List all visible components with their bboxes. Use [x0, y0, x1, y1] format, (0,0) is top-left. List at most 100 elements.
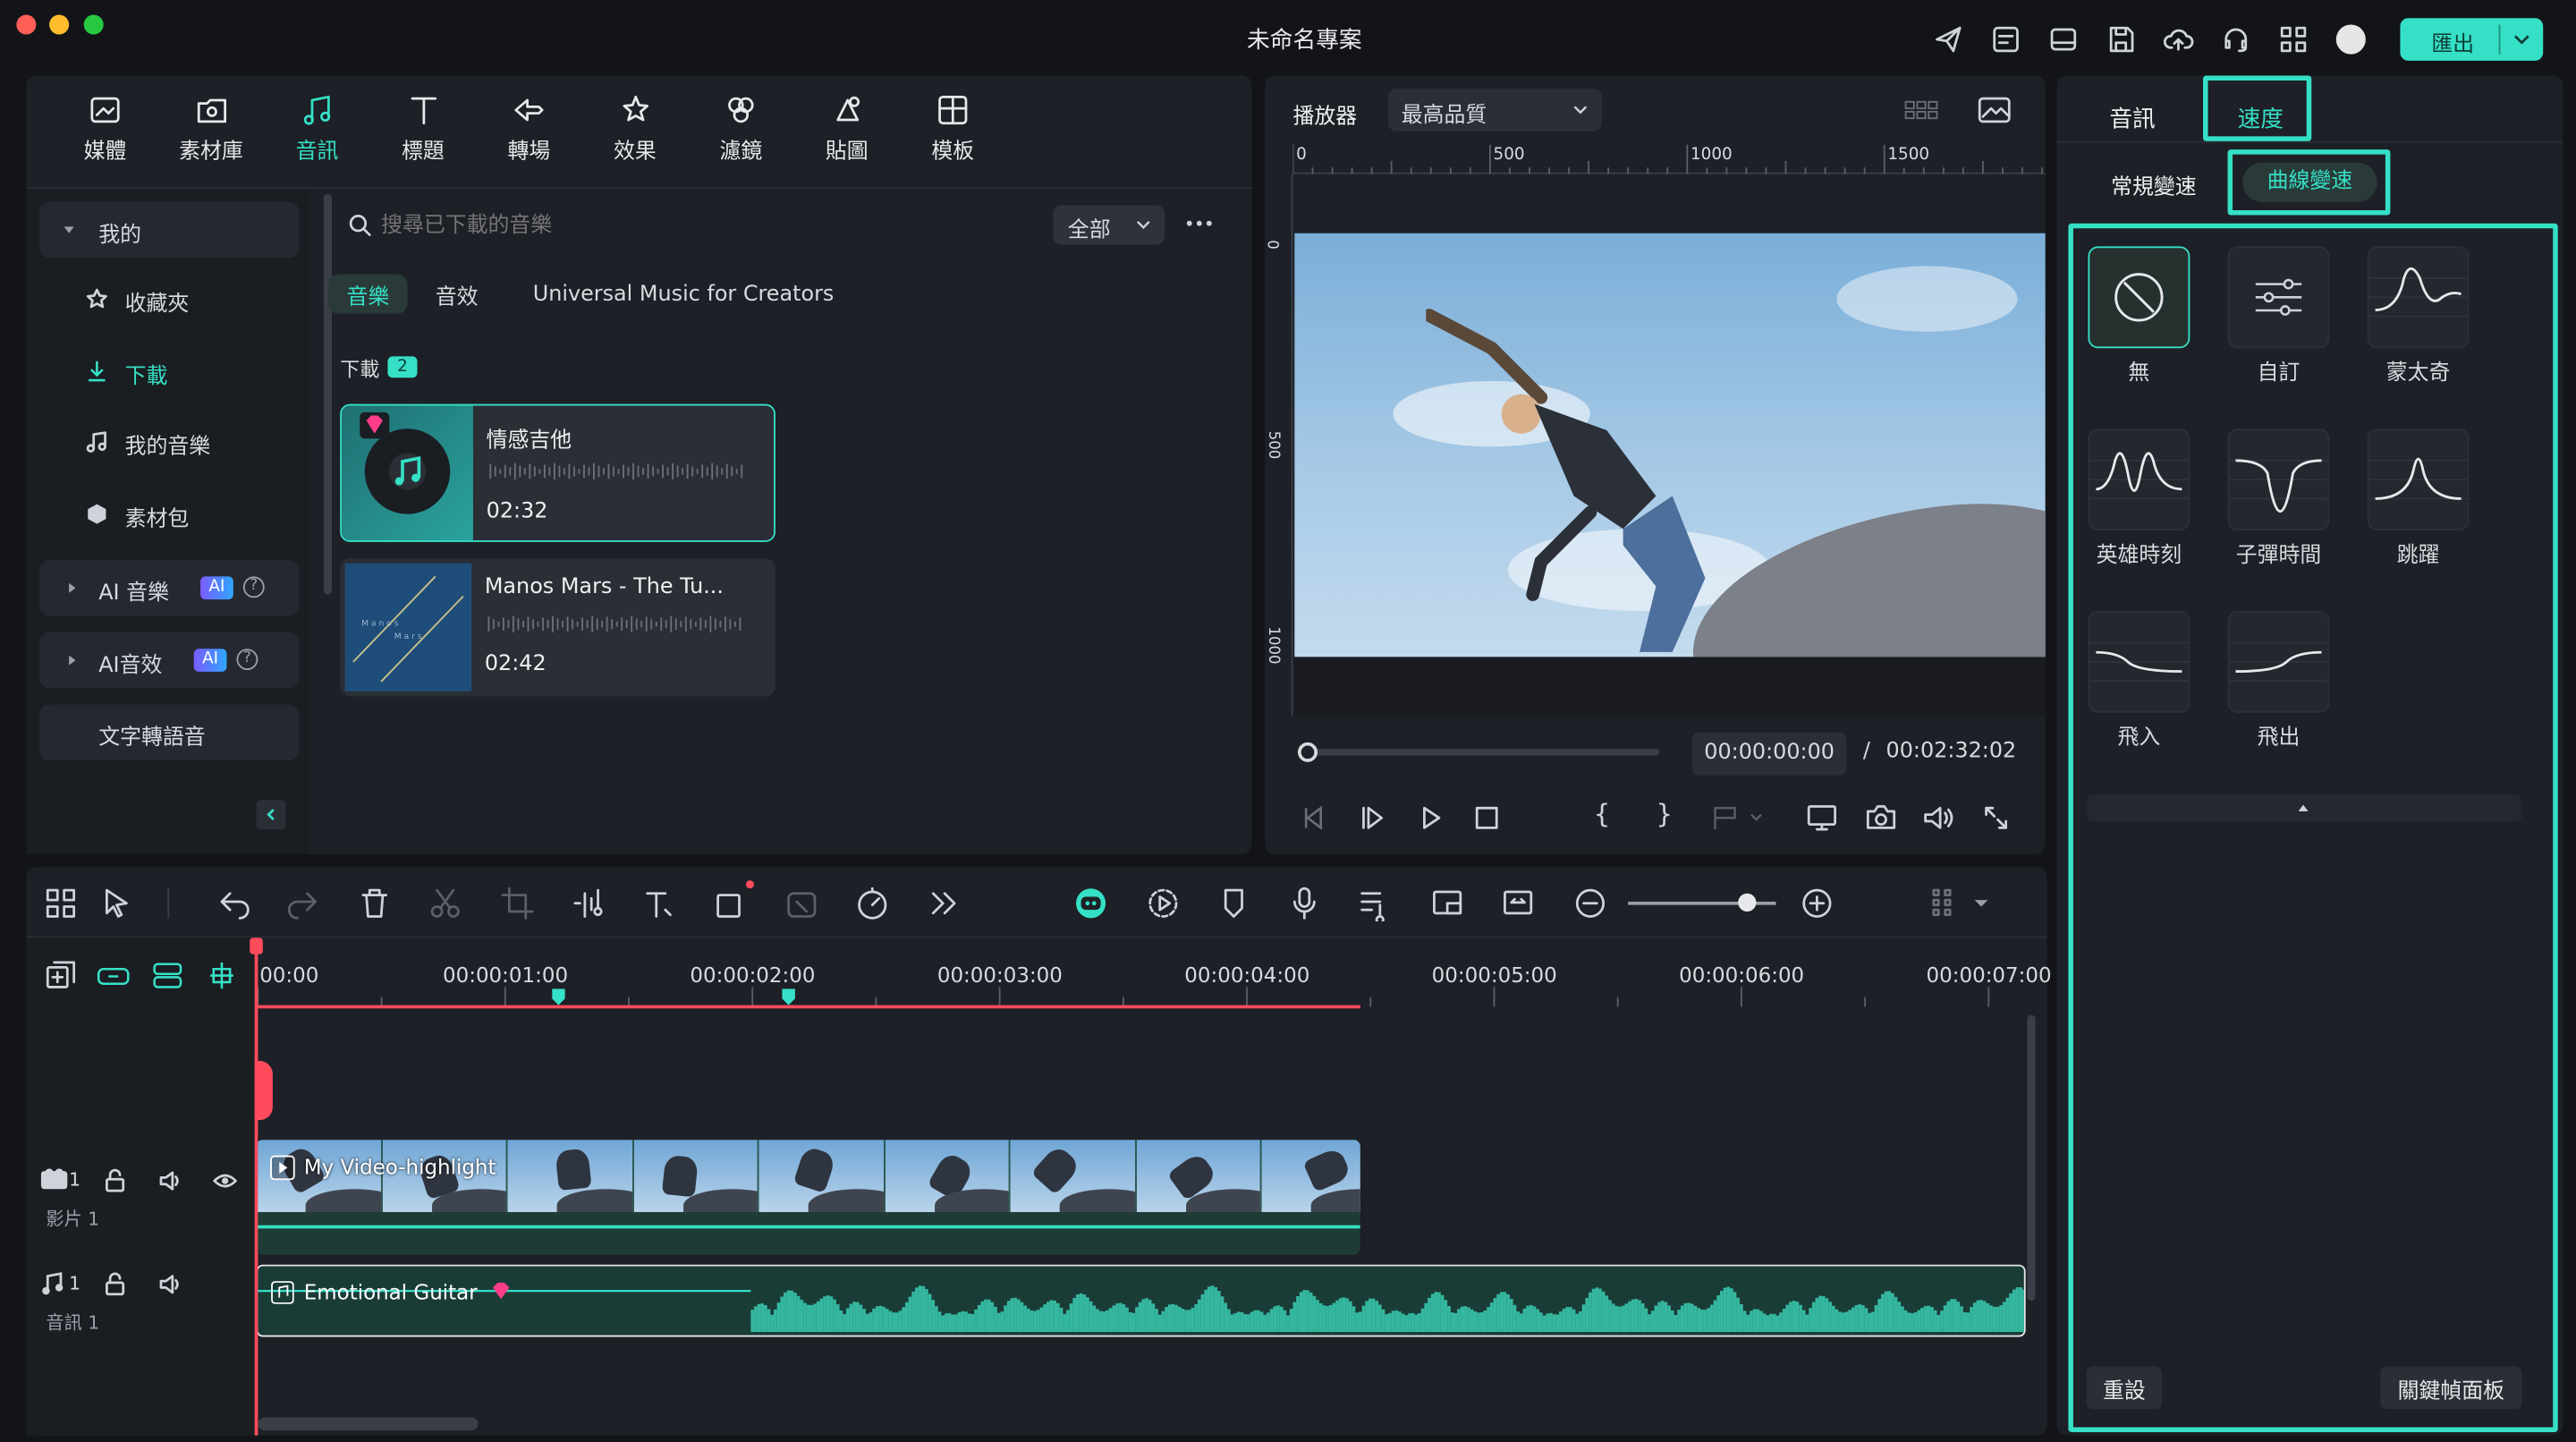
help-icon[interactable]: ?: [242, 576, 265, 598]
tab-stock[interactable]: 素材庫: [158, 75, 264, 181]
tab-sticker[interactable]: 貼圖: [794, 75, 900, 181]
volume-icon[interactable]: [1920, 802, 1956, 835]
more-options-icon[interactable]: [1182, 214, 1216, 233]
add-track-icon[interactable]: [43, 957, 79, 993]
tab-filters[interactable]: 濾鏡: [689, 75, 794, 181]
zoom-in-icon[interactable]: [1796, 882, 1839, 925]
delete-icon[interactable]: [353, 882, 396, 925]
tab-transition[interactable]: 轉場: [477, 75, 582, 181]
search-input[interactable]: [381, 205, 1022, 245]
chevron-down-icon[interactable]: [2512, 31, 2531, 47]
track-settings-icon[interactable]: [1920, 882, 1963, 925]
tab-music-note[interactable]: 音訊: [265, 75, 370, 181]
audio-list-icon[interactable]: [1353, 882, 1396, 925]
resize-icon[interactable]: [709, 882, 752, 925]
mark-in-icon[interactable]: {: [1594, 798, 1611, 829]
curve-preset-1[interactable]: [2227, 246, 2330, 349]
quality-dropdown[interactable]: 最高品質: [1388, 89, 1602, 131]
layout-grid-icon[interactable]: [39, 882, 82, 925]
layout-icon[interactable]: [2047, 23, 2080, 56]
playhead-tab[interactable]: [254, 1061, 273, 1121]
snapshot-icon[interactable]: [1863, 802, 1899, 835]
close-window-button[interactable]: [16, 14, 37, 35]
keyframe-panel-button[interactable]: 關鍵幀面板: [2380, 1366, 2522, 1410]
search-bar[interactable]: [335, 200, 1058, 250]
grid-view-icon[interactable]: [1902, 97, 1942, 123]
mark-out-icon[interactable]: }: [1656, 798, 1673, 829]
prev-frame-button[interactable]: [1298, 802, 1331, 835]
curve-preset-0[interactable]: [2088, 246, 2190, 349]
minimize-window-button[interactable]: [49, 14, 70, 35]
help-icon[interactable]: ?: [236, 649, 258, 671]
mute-icon[interactable]: [157, 1271, 183, 1297]
speed-icon[interactable]: [851, 882, 894, 925]
sidebar-group-my[interactable]: 我的: [39, 201, 300, 259]
undo-icon[interactable]: [214, 882, 257, 925]
ai-copilot-icon[interactable]: [1070, 882, 1113, 925]
save-icon[interactable]: [2105, 23, 2138, 56]
timeline-vertical-scrollbar[interactable]: [2027, 1014, 2036, 1302]
ai-mask-icon[interactable]: [780, 882, 823, 925]
fit-icon[interactable]: [1496, 882, 1539, 925]
timeline-ruler[interactable]: 00:00 00:00:01:00 00:00:02:00 00:00:03:00 00…: [255, 937, 2052, 1010]
tab-template[interactable]: 模板: [901, 75, 1006, 181]
lock-icon[interactable]: [102, 1271, 128, 1297]
render-preview-icon[interactable]: [1142, 882, 1185, 925]
subtab-sfx[interactable]: 音效: [420, 275, 493, 314]
video-clip[interactable]: My Video-highlight: [256, 1140, 1360, 1255]
curve-preset-5[interactable]: [2367, 428, 2470, 531]
timeline-horizontal-scrollbar[interactable]: [258, 1417, 479, 1431]
curve-preset-3[interactable]: [2088, 428, 2190, 531]
sidebar-group-ai-music[interactable]: AI 音樂 AI ?: [39, 560, 300, 616]
curve-preset-4[interactable]: [2227, 428, 2330, 531]
export-button[interactable]: 匯出: [2400, 18, 2544, 61]
scrubber-handle[interactable]: [1297, 742, 1318, 762]
marker-icon[interactable]: [1708, 802, 1767, 835]
sidebar-scrollbar[interactable]: [323, 193, 333, 595]
sidebar-group-ai-sfx[interactable]: AI音效 AI ?: [39, 632, 300, 689]
audio-clip[interactable]: Emotional Guitar: [256, 1264, 2026, 1337]
zoom-slider-knob[interactable]: [1738, 893, 1757, 912]
avatar[interactable]: [2335, 24, 2366, 55]
snap-icon[interactable]: [204, 957, 240, 993]
zoom-out-icon[interactable]: [1569, 882, 1612, 925]
chevron-down-icon[interactable]: [1973, 896, 1989, 910]
link-icon[interactable]: [96, 957, 131, 993]
apps-grid-icon[interactable]: [2277, 23, 2310, 56]
cloud-upload-icon[interactable]: [2162, 23, 2195, 56]
playback-scrubber[interactable]: [1301, 749, 1660, 756]
tab-effects[interactable]: 效果: [582, 75, 688, 181]
redo-icon[interactable]: [281, 882, 324, 925]
image-icon[interactable]: [1977, 94, 2012, 127]
tab-title[interactable]: 標題: [370, 75, 476, 181]
reset-button[interactable]: 重設: [2086, 1366, 2163, 1410]
current-time-field[interactable]: 00:00:00:00: [1691, 732, 1847, 776]
play-button[interactable]: [1414, 802, 1447, 835]
more-tools-icon[interactable]: [921, 882, 964, 925]
sidebar-item-packs[interactable]: 素材包: [86, 496, 300, 535]
mic-icon[interactable]: [1283, 882, 1326, 925]
play-region-button[interactable]: [1357, 802, 1390, 835]
music-card[interactable]: M a n o sM a r s Manos Mars - The Tu... …: [340, 558, 775, 697]
stop-button[interactable]: [1470, 802, 1504, 835]
monitor-icon[interactable]: [1804, 802, 1840, 835]
subtab-music[interactable]: 音樂: [328, 274, 408, 314]
collapse-presets-bar[interactable]: [2086, 794, 2522, 821]
playhead[interactable]: [254, 937, 258, 1436]
send-icon[interactable]: [1932, 23, 1965, 56]
playhead-handle[interactable]: [250, 937, 263, 954]
marker-shield-icon[interactable]: [1212, 882, 1255, 925]
maximize-window-button[interactable]: [83, 14, 104, 35]
music-card[interactable]: 情感吉他 02:32: [340, 403, 775, 542]
collapse-sidebar-button[interactable]: [256, 800, 286, 830]
video-preview[interactable]: [1294, 233, 2046, 657]
mask-project-icon[interactable]: [1989, 23, 2022, 56]
curve-preset-6[interactable]: [2088, 610, 2190, 713]
filter-dropdown[interactable]: 全部: [1053, 205, 1165, 245]
lock-icon[interactable]: [102, 1167, 128, 1193]
sidebar-item-downloads[interactable]: 下載: [86, 353, 300, 393]
tab-media[interactable]: 媒體: [53, 75, 158, 181]
sidebar-item-tts[interactable]: 文字轉語音: [39, 704, 300, 761]
select-tool-icon[interactable]: [97, 882, 140, 925]
eye-icon[interactable]: [212, 1167, 238, 1193]
